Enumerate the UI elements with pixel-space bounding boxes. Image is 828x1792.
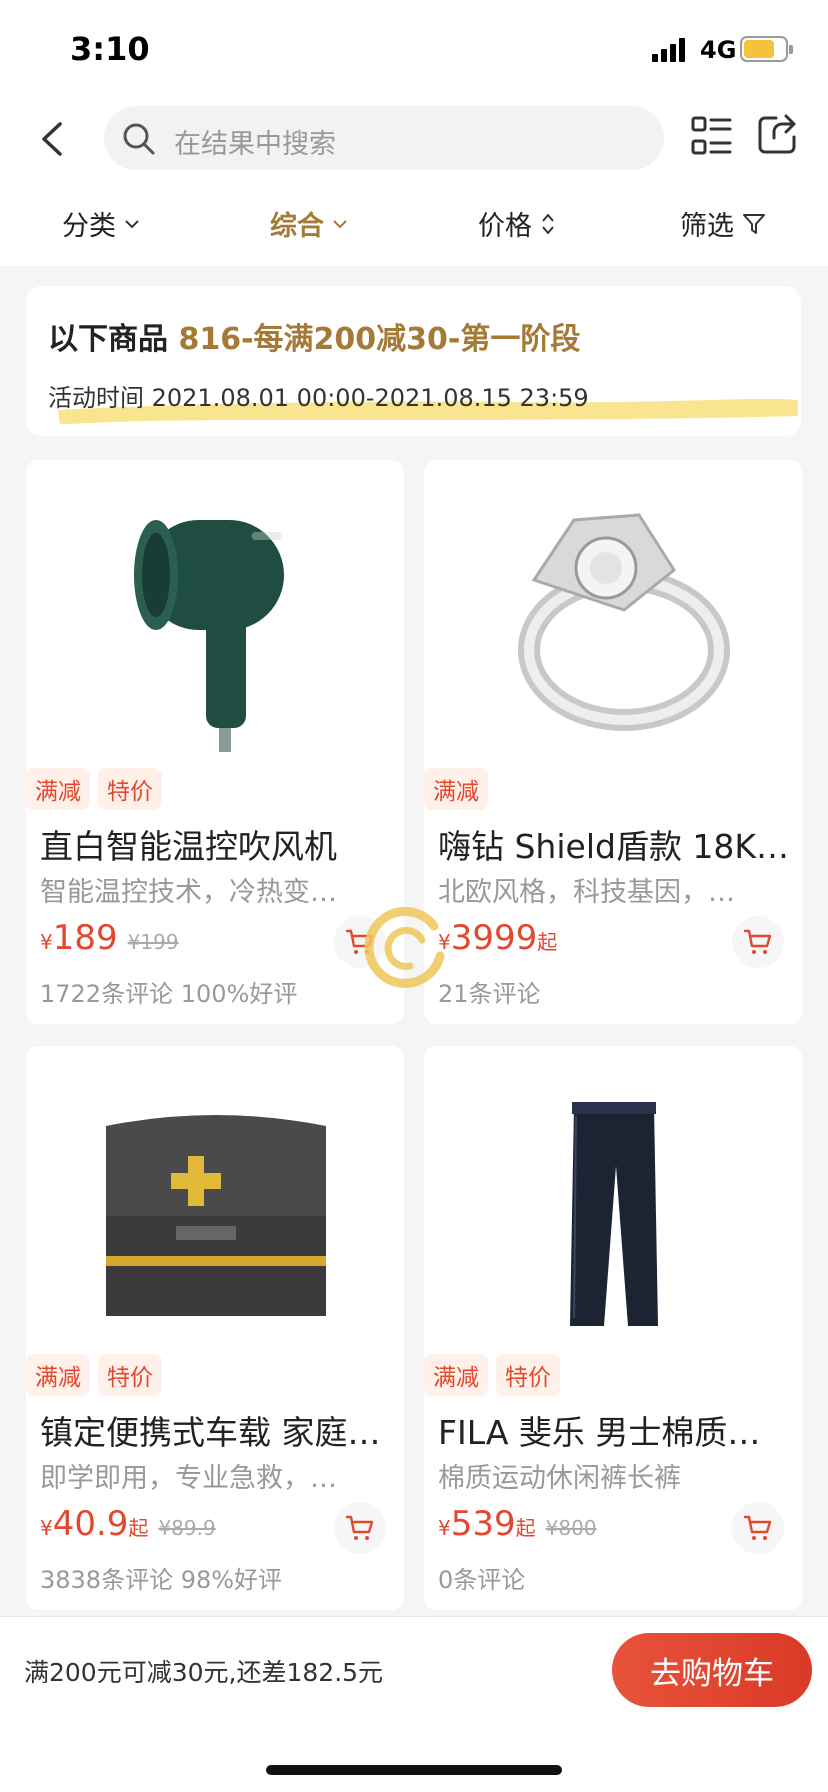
chevron-down-icon: [125, 219, 139, 228]
banner-promo-name: 816-每满200减30-第一阶段: [178, 322, 581, 357]
add-to-cart-button[interactable]: [732, 1502, 784, 1554]
price-row: ¥189 ¥199: [40, 918, 179, 958]
pants-image: [570, 1102, 658, 1326]
price-row: ¥40.9起 ¥89.9: [40, 1504, 216, 1544]
tag-full-reduction: 满减: [26, 1354, 90, 1396]
original-price: ¥89.9: [158, 1516, 216, 1540]
product-tags: 满减 特价: [26, 1354, 162, 1396]
go-to-cart-button[interactable]: 去购物车: [612, 1633, 812, 1707]
home-indicator[interactable]: [266, 1765, 562, 1775]
product-tags: 满减 特价: [424, 1354, 560, 1396]
product-title: 镇定便携式车载 家庭…: [40, 1413, 381, 1452]
filter-overall-label: 综合: [270, 211, 324, 242]
back-button[interactable]: [30, 114, 80, 164]
signal-icon: [652, 38, 688, 62]
share-button[interactable]: [756, 112, 800, 156]
product-card[interactable]: 满减 嗨钻 Shield盾款 18K… 北欧风格，科技基因，… ¥3999起 2…: [424, 460, 802, 1024]
product-subtitle: 北欧风格，科技基因，…: [438, 877, 735, 908]
tag-special-price: 特价: [496, 1354, 560, 1396]
first-aid-kit-image: [106, 1115, 326, 1316]
cart-icon: [743, 929, 772, 954]
product-reviews: 0条评论: [438, 1566, 526, 1594]
filter-bar: 分类 综合 价格 筛选: [0, 184, 828, 266]
battery-icon: [740, 36, 793, 62]
network-label: 4G: [700, 36, 737, 64]
tag-special-price: 特价: [98, 768, 162, 810]
product-subtitle: 智能温控技术，冷热变…: [40, 877, 337, 908]
tag-full-reduction: 满减: [424, 768, 488, 810]
product-price: ¥539起: [438, 1504, 536, 1544]
status-bar: 3:10 4G: [0, 0, 828, 92]
promo-progress-text: 满200元可减30元,还差182.5元: [24, 1658, 384, 1687]
tag-special-price: 特价: [98, 1354, 162, 1396]
chevron-left-icon: [42, 122, 62, 156]
share-icon: [758, 114, 796, 154]
banner-title: 以下商品 816-每满200减30-第一阶段: [48, 314, 580, 358]
product-tags: 满减 特价: [26, 768, 162, 810]
product-title: 嗨钻 Shield盾款 18K…: [438, 827, 790, 866]
add-to-cart-button[interactable]: [334, 1502, 386, 1554]
add-to-cart-button[interactable]: [732, 916, 784, 968]
banner-time-range: 活动时间 2021.08.01 00:00-2021.08.15 23:59: [48, 384, 589, 412]
product-card[interactable]: 满减 特价 直白智能温控吹风机 智能温控技术，冷热变… ¥189 ¥199 17…: [26, 460, 404, 1024]
filter-screen-label: 筛选: [680, 211, 734, 242]
filter-price-label: 价格: [478, 211, 532, 242]
status-time: 3:10: [70, 30, 150, 68]
hair-dryer-image: [134, 520, 284, 752]
filter-overall[interactable]: 综合: [270, 204, 348, 243]
product-title: FILA 斐乐 男士棉质…: [438, 1413, 761, 1452]
product-price: ¥40.9起: [40, 1504, 149, 1544]
product-tags: 满减: [424, 768, 488, 810]
product-title: 直白智能温控吹风机: [40, 827, 337, 866]
product-price: ¥189: [40, 918, 118, 958]
funnel-icon: [743, 213, 765, 234]
ring-image: [518, 513, 730, 731]
list-view-icon: [691, 116, 732, 155]
sort-icon: [542, 212, 554, 235]
filter-category-label: 分类: [62, 211, 116, 242]
product-reviews: 3838条评论 98%好评: [40, 1566, 283, 1594]
product-card[interactable]: 满减 特价 FILA 斐乐 男士棉质… 棉质运动休闲裤长裤 ¥539起 ¥800…: [424, 1046, 802, 1610]
promotion-banner: 以下商品 816-每满200减30-第一阶段 活动时间 2021.08.01 0…: [26, 286, 801, 436]
search-input[interactable]: 在结果中搜索: [104, 106, 664, 170]
header: 在结果中搜索: [0, 92, 828, 184]
loading-spinner-icon: [364, 906, 445, 988]
filter-category[interactable]: 分类: [62, 204, 140, 243]
product-price: ¥3999起: [438, 918, 558, 958]
original-price: ¥800: [545, 1516, 597, 1540]
search-placeholder: 在结果中搜索: [174, 129, 336, 160]
filter-price[interactable]: 价格: [478, 204, 556, 243]
product-subtitle: 棉质运动休闲裤长裤: [438, 1463, 681, 1494]
filter-screen[interactable]: 筛选: [680, 204, 766, 243]
price-row: ¥3999起: [438, 918, 557, 958]
product-subtitle: 即学即用，专业急救，…: [40, 1463, 337, 1494]
cart-icon: [743, 1515, 772, 1540]
product-card[interactable]: 满减 特价 镇定便携式车载 家庭… 即学即用，专业急救，… ¥40.9起 ¥89…: [26, 1046, 404, 1610]
list-view-button[interactable]: [690, 114, 734, 158]
tag-full-reduction: 满减: [424, 1354, 488, 1396]
banner-prefix: 以下商品: [48, 322, 168, 357]
bottom-bar: 满200元可减30元,还差182.5元 去购物车: [0, 1616, 828, 1792]
product-reviews: 1722条评论 100%好评: [40, 980, 298, 1008]
cart-icon: [345, 1515, 374, 1540]
original-price: ¥199: [127, 930, 179, 954]
tag-full-reduction: 满减: [26, 768, 90, 810]
chevron-down-icon: [333, 219, 347, 228]
price-row: ¥539起 ¥800: [438, 1504, 597, 1544]
search-icon: [123, 123, 155, 155]
product-reviews: 21条评论: [438, 980, 541, 1008]
